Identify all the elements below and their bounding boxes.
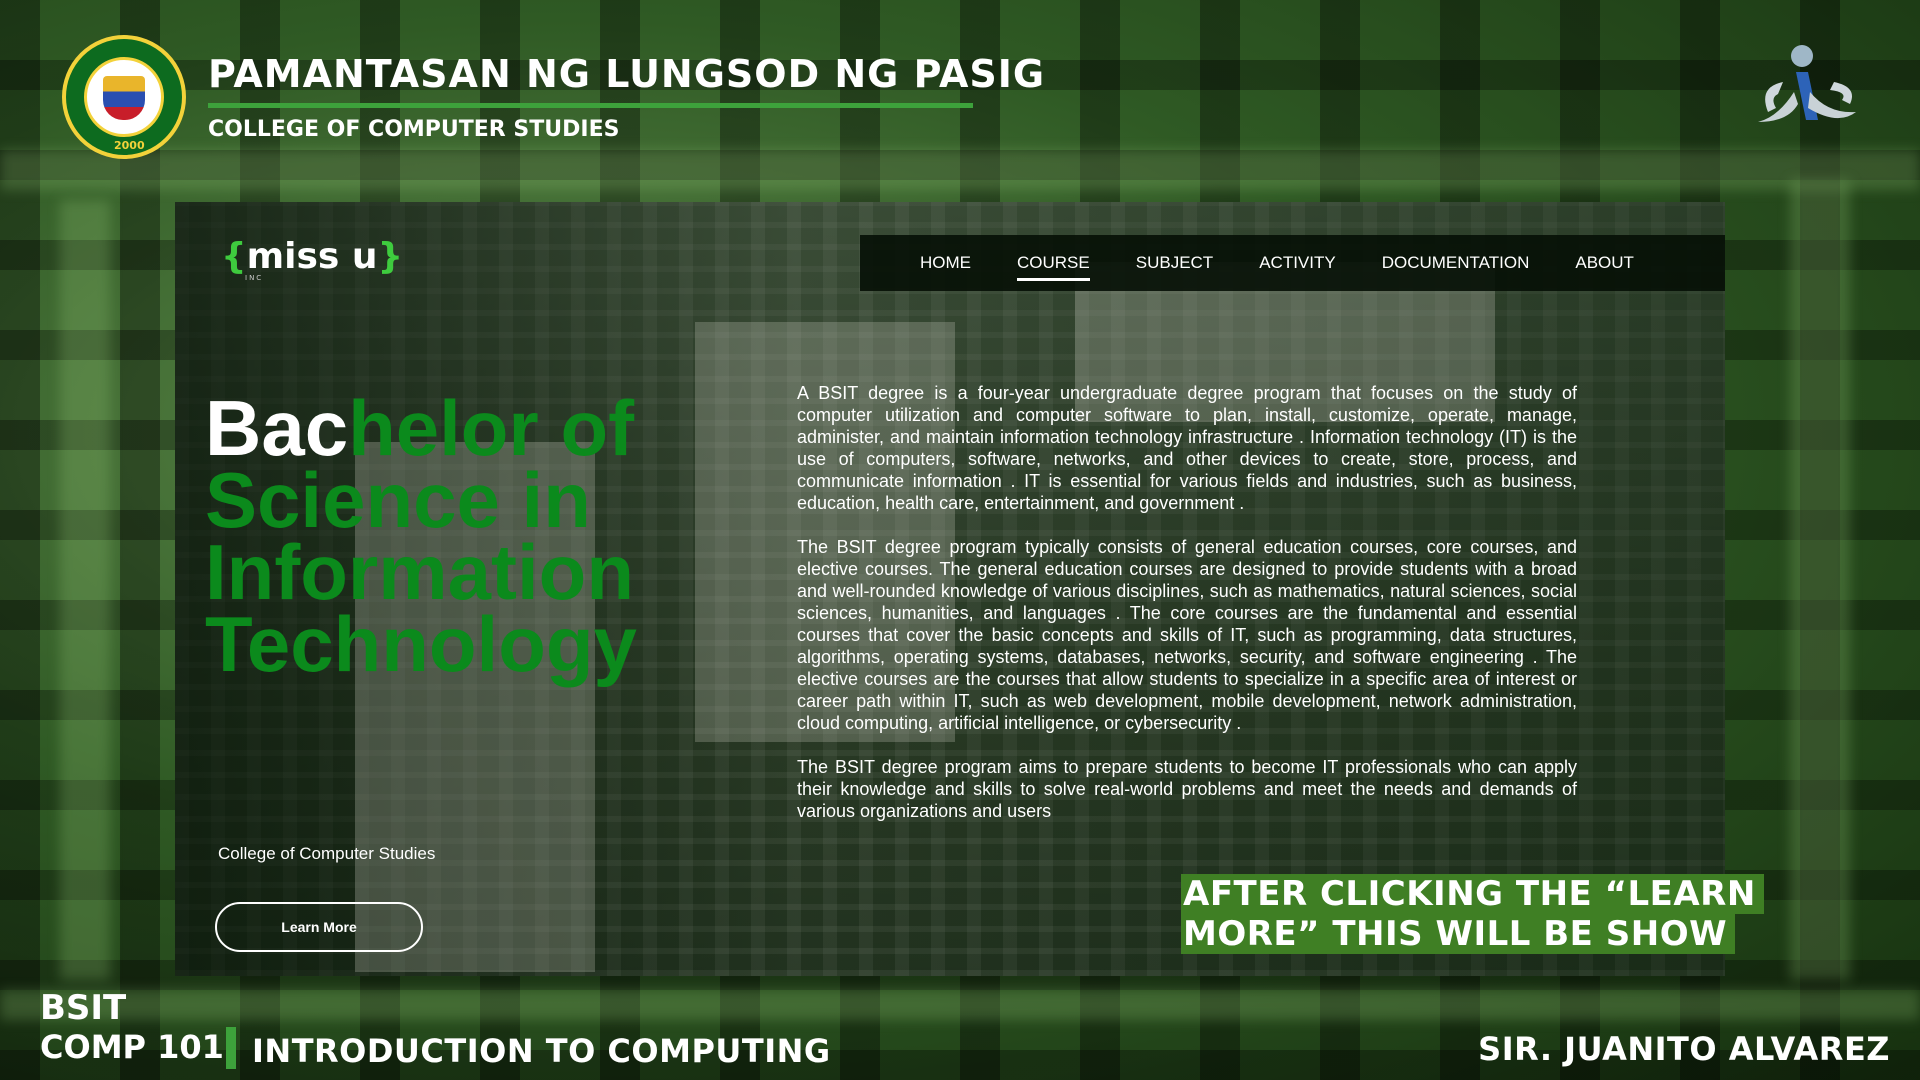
hero-title: Bachelor of Science in Information Techn… (205, 389, 765, 683)
nav-subject[interactable]: SUBJECT (1136, 253, 1213, 273)
callout-line-2: MORE” THIS WILL BE SHOW (1181, 914, 1736, 954)
seal-shield-icon (103, 76, 145, 120)
learn-more-button[interactable]: Learn More (215, 902, 423, 952)
callout-note: AFTER CLICKING THE “LEARN MORE” THIS WIL… (1181, 874, 1764, 954)
nav-course[interactable]: COURSE (1017, 253, 1090, 281)
hero-subtitle: College of Computer Studies (218, 844, 436, 863)
university-title: PAMANTASAN NG LUNGSOD NG PASIG (208, 52, 1046, 96)
college-title: COLLEGE OF COMPUTER STUDIES (208, 117, 620, 142)
ccs-logo-icon (1758, 45, 1856, 122)
background-streak (1790, 180, 1850, 980)
logo-brace-close: } (377, 236, 404, 277)
footer-course-title: INTRODUCTION TO COMPUTING (252, 1032, 831, 1070)
logo-inc: INC (245, 274, 264, 282)
logo-brace-open: { (221, 236, 247, 277)
description-paragraph-1: A BSIT degree is a four-year undergradua… (797, 383, 1577, 513)
description-paragraph-3: The BSIT degree program aims to prepare … (797, 757, 1577, 821)
logo-word: miss u (246, 236, 378, 277)
background-streak (0, 990, 1920, 1020)
nav-activity[interactable]: ACTIVITY (1259, 253, 1336, 273)
university-seal: 2000 (62, 35, 186, 159)
website-screenshot: {miss u} INC HOME COURSE SUBJECT ACTIVIT… (175, 202, 1725, 976)
seal-year: 2000 (114, 139, 145, 152)
site-logo[interactable]: {miss u} (221, 236, 403, 277)
background-streak (0, 150, 1920, 190)
seal-inner (84, 57, 164, 137)
footer-course-code: COMP 101 (40, 1028, 224, 1066)
background-streak (60, 200, 110, 980)
footer-divider (226, 1027, 236, 1069)
footer-teacher: SIR. JUANITO ALVAREZ (1478, 1030, 1890, 1068)
nav-about[interactable]: ABOUT (1575, 253, 1634, 273)
title-underline (208, 103, 973, 108)
callout-line-1: AFTER CLICKING THE “LEARN (1181, 874, 1764, 914)
footer-program: BSIT (40, 988, 127, 1028)
site-navbar: HOME COURSE SUBJECT ACTIVITY DOCUMENTATI… (860, 235, 1725, 291)
description-paragraph-2: The BSIT degree program typically consis… (797, 537, 1577, 733)
course-description: A BSIT degree is a four-year undergradua… (797, 382, 1577, 844)
nav-documentation[interactable]: DOCUMENTATION (1382, 253, 1530, 273)
nav-home[interactable]: HOME (920, 253, 971, 273)
